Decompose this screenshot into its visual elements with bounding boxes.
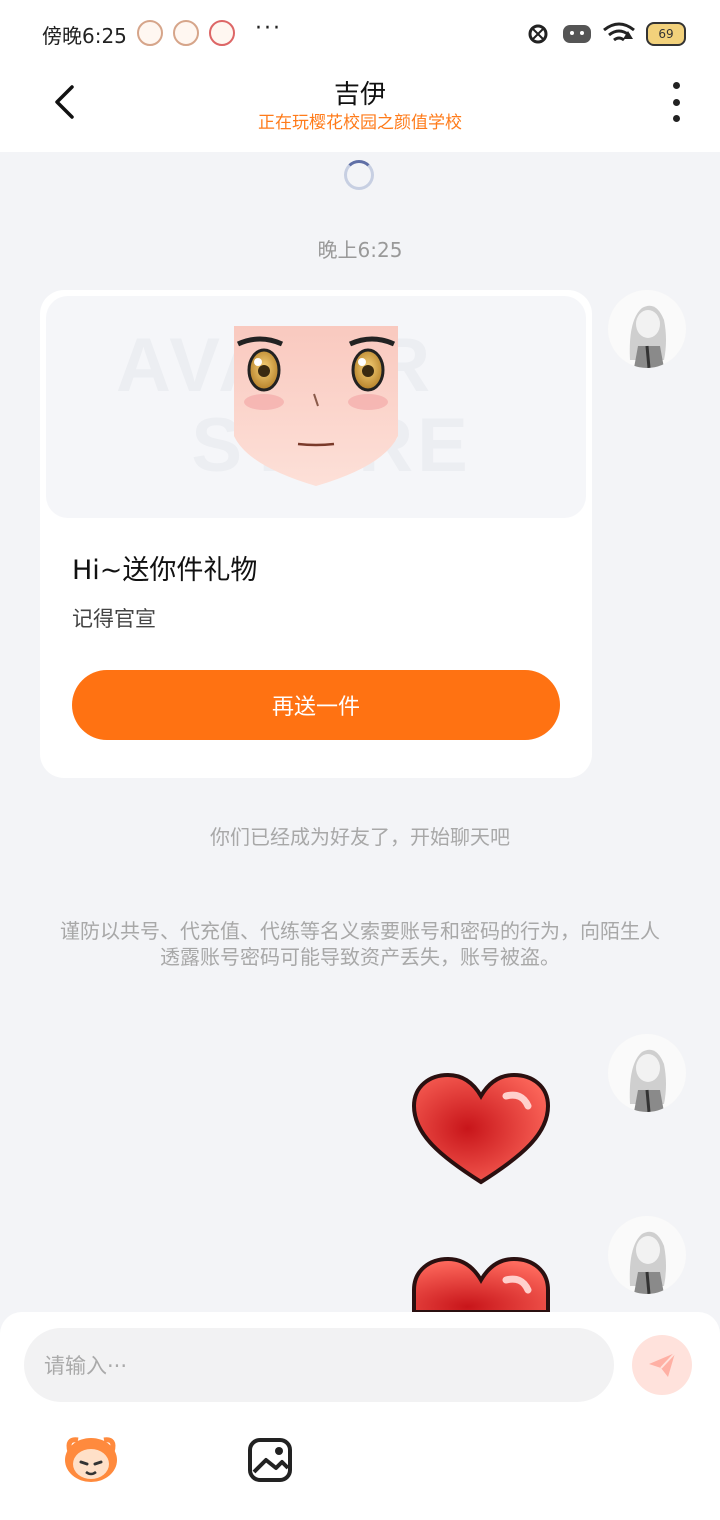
status-more-dots: ··· bbox=[255, 16, 282, 41]
avatar-image bbox=[608, 1034, 686, 1112]
loading-spinner bbox=[344, 160, 374, 190]
contact-name: 吉伊 bbox=[333, 80, 386, 110]
notification-icon bbox=[209, 20, 235, 46]
anime-face-image bbox=[234, 326, 398, 486]
image-picker-button[interactable] bbox=[246, 1436, 294, 1484]
send-button[interactable] bbox=[632, 1335, 692, 1395]
system-message-warning: 谨防以共号、代充值、代练等名义索要账号和密码的行为，向陌生人透露账号密码可能导致… bbox=[60, 919, 660, 969]
chat-header: 吉伊 正在玩樱花校园之颜值学校 bbox=[0, 68, 720, 152]
paper-plane-icon bbox=[649, 1352, 676, 1377]
avatar-image bbox=[608, 1216, 686, 1294]
contact-activity: 正在玩樱花校园之颜值学校 bbox=[258, 113, 462, 133]
heart-sticker[interactable] bbox=[410, 1256, 552, 1312]
gift-image: AVATAR STORE bbox=[46, 296, 586, 518]
battery-icon: 69 bbox=[646, 22, 686, 46]
bluetooth-icon bbox=[528, 24, 548, 44]
dot-icon bbox=[672, 82, 680, 89]
notification-icon bbox=[137, 20, 163, 46]
dot-icon bbox=[672, 98, 680, 106]
status-time: 傍晚6:25 bbox=[42, 24, 127, 48]
status-indicators: 69 bbox=[524, 18, 686, 50]
gift-card[interactable]: AVATAR STORE Hi~送你件礼物 记得官宣 再送一件 bbox=[40, 290, 592, 778]
mute-icon bbox=[563, 25, 591, 43]
system-message-friend: 你们已经成为好友了，开始聊天吧 bbox=[210, 825, 510, 849]
avatar[interactable] bbox=[608, 1034, 686, 1112]
send-another-button[interactable]: 再送一件 bbox=[72, 670, 560, 740]
emoji-sticker-button[interactable] bbox=[60, 1430, 122, 1486]
gift-description: 记得官宣 bbox=[72, 607, 156, 631]
input-bar: 请输入··· bbox=[0, 1312, 720, 1520]
dot-icon bbox=[672, 115, 680, 122]
avatar[interactable] bbox=[608, 290, 686, 368]
more-options-button[interactable] bbox=[664, 82, 688, 122]
wifi-icon bbox=[603, 22, 635, 42]
heart-sticker[interactable] bbox=[410, 1072, 552, 1186]
gift-title: Hi~送你件礼物 bbox=[72, 555, 258, 586]
notification-icon bbox=[173, 20, 199, 46]
status-bar: 傍晚6:25 ··· 69 bbox=[0, 0, 720, 68]
avatar[interactable] bbox=[608, 1216, 686, 1294]
avatar-image bbox=[608, 290, 686, 368]
message-input[interactable]: 请输入··· bbox=[24, 1328, 614, 1402]
message-timestamp: 晚上6:25 bbox=[317, 238, 403, 262]
